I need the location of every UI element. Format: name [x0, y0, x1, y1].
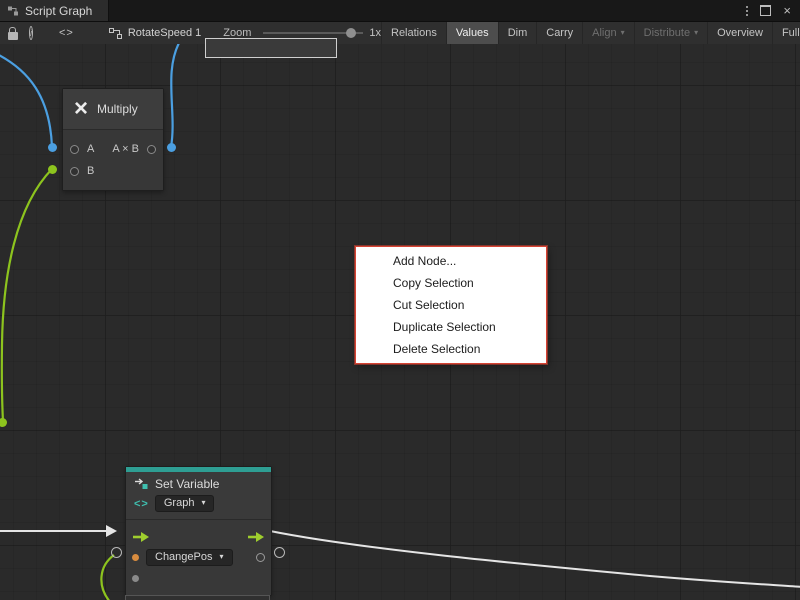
set-variable-body: ChangePos ▾: [126, 520, 271, 595]
port-b-label: B: [87, 165, 94, 177]
wire-green-bottom[interactable]: [101, 555, 114, 600]
input-port-icon[interactable]: [132, 575, 139, 582]
multiply-row-a: A A × B: [63, 138, 163, 160]
multiply-node-header[interactable]: × Multiply: [63, 89, 163, 130]
outer-port-right-icon[interactable]: [274, 547, 285, 558]
port-dot-blue-a[interactable]: [48, 143, 57, 152]
multiply-node[interactable]: × Multiply A A × B B: [62, 88, 164, 191]
port-b-icon[interactable]: [70, 167, 79, 176]
script-graph-icon: [7, 5, 19, 17]
set-variable-subheader: <> Graph ▾: [126, 493, 271, 520]
info-icon[interactable]: i: [29, 26, 33, 40]
set-variable-icon: [134, 478, 148, 490]
variable-port-icon[interactable]: [132, 554, 139, 561]
chevron-down-icon: ▾: [201, 499, 205, 507]
port-dot-green-b[interactable]: [48, 165, 57, 174]
variable-row: ChangePos ▾: [126, 547, 271, 568]
full-screen-button[interactable]: Full Screen: [772, 22, 800, 44]
scope-dropdown[interactable]: Graph ▾: [155, 495, 215, 512]
code-icon[interactable]: <>: [59, 27, 74, 39]
flow-out-arrow-icon[interactable]: [247, 531, 265, 543]
menu-item-add-node[interactable]: Add Node...: [356, 250, 546, 272]
chevron-down-icon: ▾: [220, 553, 224, 561]
carry-button[interactable]: Carry: [536, 22, 582, 44]
wire-white-arrowhead-icon: [106, 525, 117, 537]
menu-item-delete-selection[interactable]: Delete Selection: [356, 338, 546, 360]
chevron-down-icon: ▾: [694, 29, 698, 37]
graph-toolbar: i <> RotateSpeed 1 Zoom 1x Relations Val…: [0, 22, 800, 45]
title-bar: Script Graph ×: [0, 0, 800, 22]
toolbar-buttons: Relations Values Dim Carry Align▾ Distri…: [381, 22, 800, 44]
graph-name: RotateSpeed 1: [128, 27, 201, 39]
maximize-icon[interactable]: [760, 5, 771, 16]
wire-blue-output[interactable]: [171, 44, 180, 147]
graph-file-icon: [109, 28, 122, 39]
wire-white-output[interactable]: [270, 531, 800, 587]
menu-item-cut-selection[interactable]: Cut Selection: [356, 294, 546, 316]
variable-dropdown-value: ChangePos: [155, 551, 213, 563]
variable-kind-icon: <>: [134, 498, 149, 510]
zoom-slider-thumb[interactable]: [346, 28, 356, 38]
port-a-icon[interactable]: [70, 145, 79, 154]
port-output-icon[interactable]: [147, 145, 156, 154]
window-controls: ×: [746, 4, 800, 17]
dim-button[interactable]: Dim: [498, 22, 537, 44]
set-variable-title: Set Variable: [155, 477, 219, 491]
values-button[interactable]: Values: [446, 22, 498, 44]
distribute-button[interactable]: Distribute▾: [634, 22, 707, 44]
flow-in-arrow-icon[interactable]: [132, 531, 150, 543]
port-dot-blue-output[interactable]: [167, 143, 176, 152]
window-menu-icon[interactable]: [746, 6, 748, 16]
lock-icon[interactable]: [0, 22, 18, 44]
wire-blue-input[interactable]: [0, 54, 52, 147]
offscreen-bottom-node[interactable]: [125, 595, 270, 600]
set-variable-header[interactable]: Set Variable: [126, 472, 271, 493]
script-graph-window: Script Graph × i <> RotateSpeed 1 Zoom: [0, 0, 800, 600]
menu-item-duplicate-selection[interactable]: Duplicate Selection: [356, 316, 546, 338]
port-a-label: A: [87, 143, 94, 155]
scope-dropdown-value: Graph: [164, 497, 195, 509]
port-dot-green-edge[interactable]: [0, 418, 7, 427]
wire-green-left[interactable]: [2, 169, 52, 422]
output-label: A × B: [112, 143, 139, 155]
set-variable-node[interactable]: Set Variable <> Graph ▾: [125, 466, 272, 596]
menu-item-copy-selection[interactable]: Copy Selection: [356, 272, 546, 294]
chevron-down-icon: ▾: [621, 29, 625, 37]
multiply-node-title: Multiply: [97, 102, 138, 116]
relations-button[interactable]: Relations: [381, 22, 446, 44]
graph-breadcrumb[interactable]: RotateSpeed 1: [109, 27, 201, 39]
offscreen-selected-node[interactable]: [205, 38, 337, 58]
multiply-node-body: A A × B B: [63, 130, 163, 190]
input-row: [126, 568, 271, 589]
align-button[interactable]: Align▾: [582, 22, 633, 44]
zoom-value: 1x: [369, 27, 381, 39]
multiply-icon: ×: [74, 97, 88, 121]
variable-dropdown[interactable]: ChangePos ▾: [146, 549, 233, 566]
tab-script-graph[interactable]: Script Graph: [0, 0, 109, 21]
close-icon[interactable]: ×: [783, 4, 791, 17]
outer-port-left-icon[interactable]: [111, 547, 122, 558]
graph-canvas[interactable]: × Multiply A A × B B: [0, 44, 800, 600]
value-out-port-icon[interactable]: [256, 553, 265, 562]
multiply-row-b: B: [63, 160, 163, 182]
context-menu: Add Node... Copy Selection Cut Selection…: [355, 246, 547, 364]
tab-title: Script Graph: [25, 4, 92, 18]
flow-row: [126, 526, 271, 547]
overview-button[interactable]: Overview: [707, 22, 772, 44]
